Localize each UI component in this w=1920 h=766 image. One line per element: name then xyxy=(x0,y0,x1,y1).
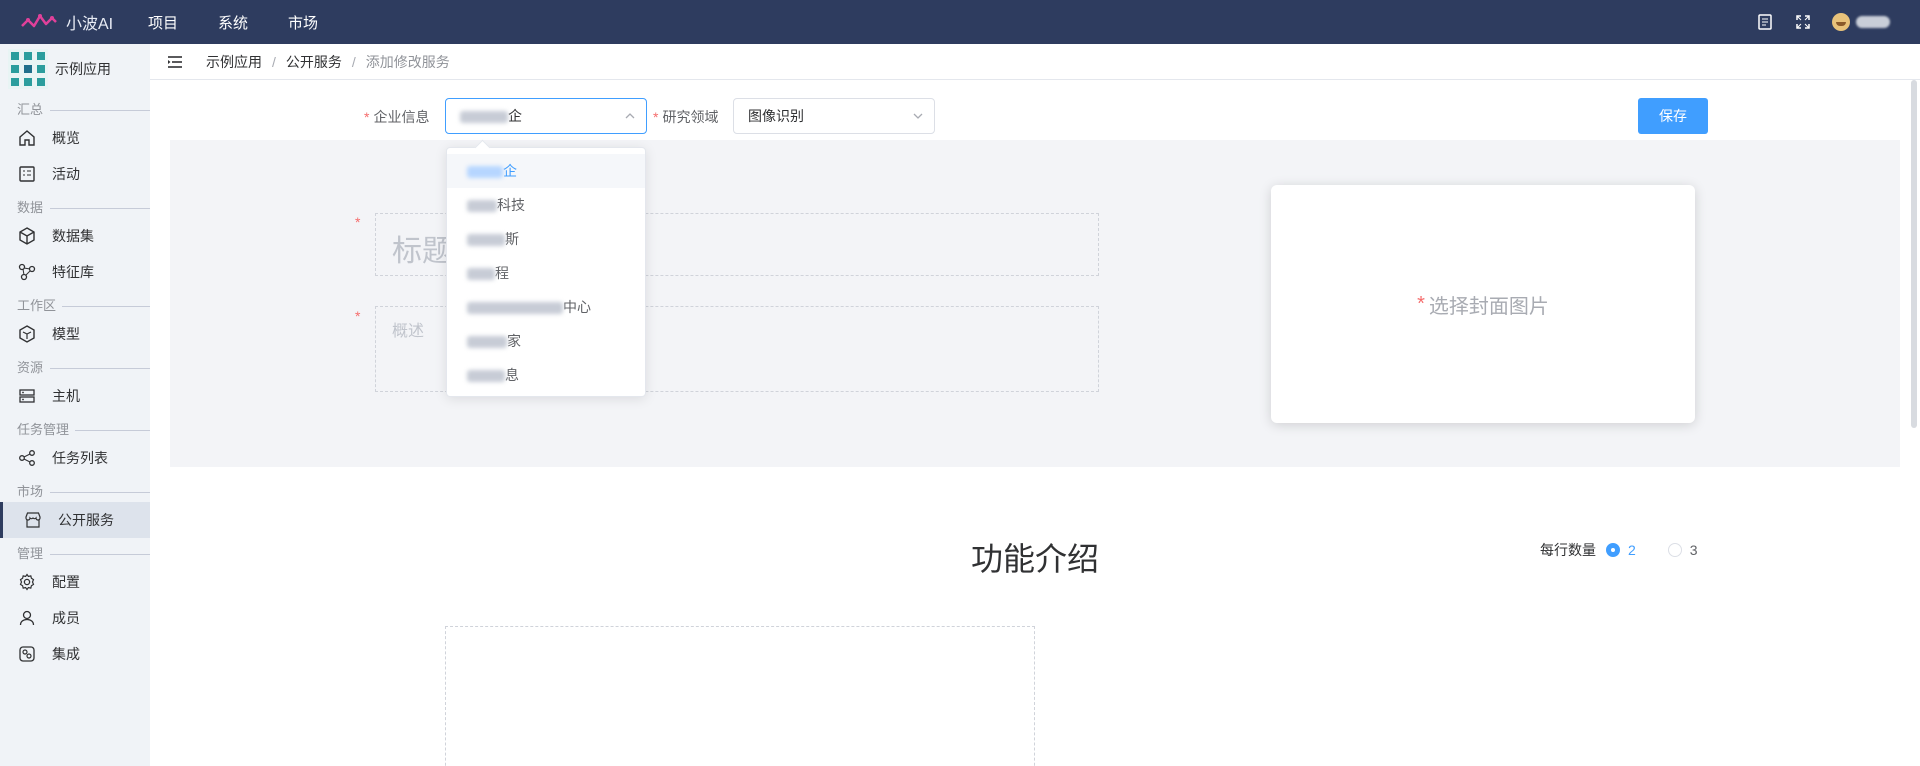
avatar[interactable] xyxy=(1832,13,1850,31)
app-header[interactable]: 示例应用 xyxy=(0,44,150,94)
share-nodes-icon xyxy=(16,447,38,469)
dropdown-option[interactable]: 息 xyxy=(447,358,645,392)
per-row-radio-3[interactable]: 3 xyxy=(1667,542,1698,558)
top-bar: 小波AI 项目 系统 市场 xyxy=(0,0,1920,44)
sidebar-item-label: 任务列表 xyxy=(52,450,108,466)
dropdown-option[interactable]: 家 xyxy=(447,324,645,358)
sidebar-item-label: 活动 xyxy=(52,166,80,182)
network-icon xyxy=(16,261,38,283)
breadcrumb: 示例应用 / 公开服务 / 添加修改服务 xyxy=(206,52,450,72)
chevron-up-icon xyxy=(625,113,635,119)
breadcrumb-separator: / xyxy=(272,53,276,70)
sidebar: 示例应用 汇总 概览 活动 数据 数据集 特征库 工作区 模型 资源 主机 任务… xyxy=(0,44,150,766)
hexagon-icon xyxy=(16,323,38,345)
service-hero-editor: * 标题 * 概述 * 选择封面图片 xyxy=(170,140,1900,467)
group-title-admin: 管理 xyxy=(0,544,150,564)
required-mark: * xyxy=(355,308,361,324)
sidebar-item-integrations[interactable]: 集成 xyxy=(0,636,150,672)
form-row: * 企业信息 企 * 研究领域 图像识别 保存 xyxy=(0,98,1920,134)
top-nav-system[interactable]: 系统 xyxy=(218,12,248,33)
sidebar-item-task-list[interactable]: 任务列表 xyxy=(0,440,150,476)
required-mark: * xyxy=(355,214,361,230)
logo-wave-icon xyxy=(21,14,57,28)
group-title-data: 数据 xyxy=(0,198,150,218)
company-select[interactable]: 企 xyxy=(445,98,647,134)
brand-name: 小波AI xyxy=(66,16,114,33)
blurred-text xyxy=(460,111,508,124)
user-icon xyxy=(16,607,38,629)
sidebar-item-activity[interactable]: 活动 xyxy=(0,156,150,192)
sidebar-item-label: 数据集 xyxy=(52,228,94,244)
chevron-down-icon xyxy=(913,113,923,119)
sidebar-item-public-services[interactable]: 公开服务 xyxy=(0,502,150,538)
features-title: 功能介绍 xyxy=(970,541,1099,577)
group-title-workspace: 工作区 xyxy=(0,296,150,316)
app-logo-icon xyxy=(8,49,48,89)
sidebar-item-label: 成员 xyxy=(52,610,80,626)
app-name: 示例应用 xyxy=(55,61,111,77)
integration-icon xyxy=(16,643,38,665)
sidebar-item-label: 模型 xyxy=(52,326,80,342)
username-blurred[interactable] xyxy=(1856,16,1890,28)
sidebar-item-label: 配置 xyxy=(52,574,80,590)
sidebar-item-label: 集成 xyxy=(52,646,80,662)
gear-icon xyxy=(16,571,38,593)
per-row-setting: 每行数量 2 3 xyxy=(1540,540,1698,560)
breadcrumb-current: 添加修改服务 xyxy=(365,53,450,70)
dropdown-option[interactable]: 科技 xyxy=(447,188,645,222)
per-row-radio-2[interactable]: 2 xyxy=(1606,542,1636,558)
research-field-select[interactable]: 图像识别 xyxy=(733,98,935,134)
feature-card-placeholder[interactable] xyxy=(445,626,1035,766)
server-icon xyxy=(16,385,38,407)
breadcrumb-item[interactable]: 示例应用 xyxy=(206,52,262,72)
sidebar-item-label: 公开服务 xyxy=(58,512,114,528)
document-icon[interactable] xyxy=(1746,0,1784,44)
fullscreen-icon[interactable] xyxy=(1784,0,1822,44)
group-title-tasks: 任务管理 xyxy=(0,420,150,440)
sidebar-item-members[interactable]: 成员 xyxy=(0,600,150,636)
sidebar-item-hosts[interactable]: 主机 xyxy=(0,378,150,414)
breadcrumb-bar: 示例应用 / 公开服务 / 添加修改服务 xyxy=(150,44,1920,80)
collapse-sidebar-icon[interactable] xyxy=(165,52,185,72)
top-nav-projects[interactable]: 项目 xyxy=(148,12,178,33)
dropdown-option[interactable]: 程 xyxy=(447,256,645,290)
sidebar-item-features[interactable]: 特征库 xyxy=(0,254,150,290)
cube-icon xyxy=(16,225,38,247)
top-right-tools xyxy=(1746,0,1890,44)
field-label: * 研究领域 xyxy=(653,109,719,125)
dropdown-option[interactable]: 企 xyxy=(447,154,645,188)
per-row-label: 每行数量 xyxy=(1540,542,1596,558)
group-title-market: 市场 xyxy=(0,482,150,502)
breadcrumb-separator: / xyxy=(351,53,356,70)
store-icon xyxy=(22,509,44,531)
top-nav: 项目 系统 市场 xyxy=(148,12,358,33)
company-dropdown: 企 科技 斯 程 中心 家 息 xyxy=(446,147,646,397)
dropdown-option[interactable]: 中心 xyxy=(447,290,645,324)
sidebar-item-models[interactable]: 模型 xyxy=(0,316,150,352)
brand-logo[interactable]: 小波AI xyxy=(20,10,140,34)
top-nav-market[interactable]: 市场 xyxy=(288,12,318,33)
page-scrollbar[interactable] xyxy=(1911,80,1917,428)
group-title-resources: 资源 xyxy=(0,358,150,378)
checklist-icon xyxy=(16,163,38,185)
sidebar-item-datasets[interactable]: 数据集 xyxy=(0,218,150,254)
save-button[interactable]: 保存 xyxy=(1638,98,1708,134)
cover-image-picker[interactable]: * 选择封面图片 xyxy=(1271,185,1695,423)
company-label: * 企业信息 xyxy=(364,109,430,125)
sidebar-item-label: 主机 xyxy=(52,388,80,404)
sidebar-item-settings[interactable]: 配置 xyxy=(0,564,150,600)
sidebar-item-label: 特征库 xyxy=(52,264,94,280)
breadcrumb-item[interactable]: 公开服务 xyxy=(286,52,342,72)
dropdown-option[interactable]: 斯 xyxy=(447,222,645,256)
